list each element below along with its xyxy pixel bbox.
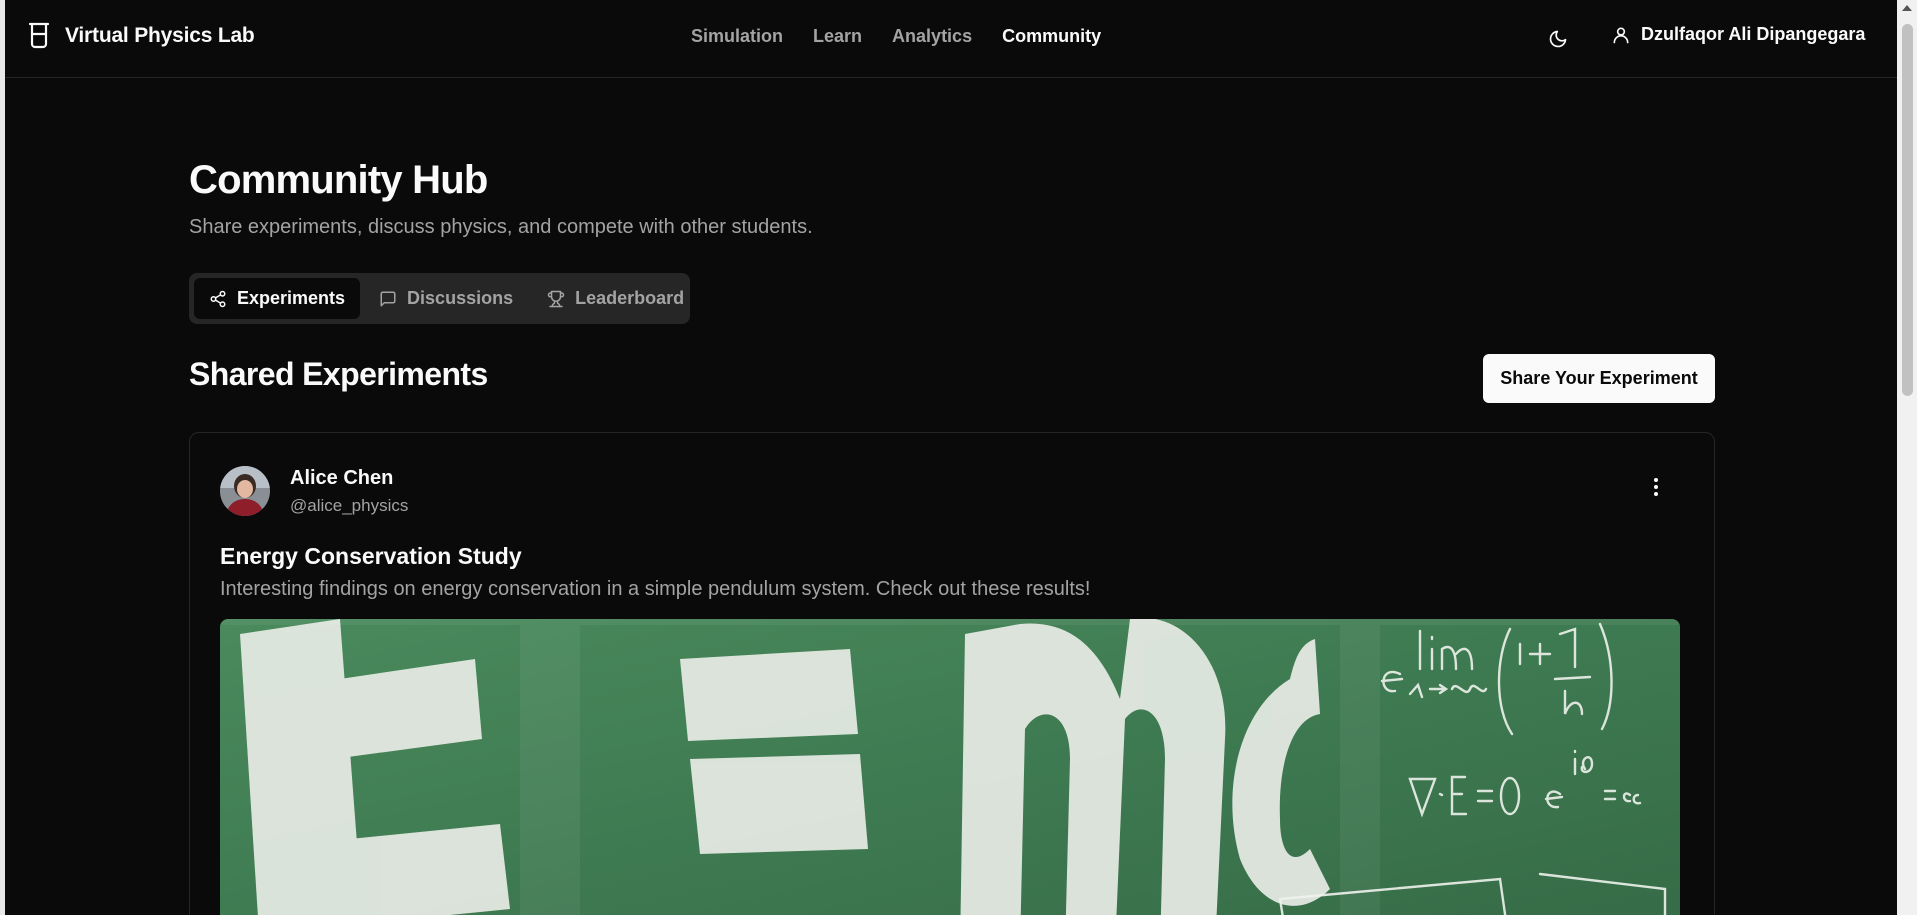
main-nav: Simulation Learn Analytics Community	[691, 26, 1101, 47]
share-experiment-button[interactable]: Share Your Experiment	[1483, 354, 1715, 403]
tab-discussions[interactable]: Discussions	[364, 278, 528, 319]
scrollbar-thumb[interactable]	[1902, 24, 1913, 396]
avatar-image	[220, 466, 270, 516]
section-title: Shared Experiments	[189, 356, 488, 392]
community-tabs: Experiments Discussions Leaderboard	[189, 273, 690, 324]
tab-label: Discussions	[407, 288, 514, 308]
tab-label: Experiments	[237, 288, 346, 308]
user-menu[interactable]: Dzulfaqor Ali Dipangegara	[1611, 24, 1865, 45]
nav-analytics[interactable]: Analytics	[892, 26, 972, 47]
avatar[interactable]	[220, 466, 270, 516]
author-name[interactable]: Alice Chen	[290, 467, 393, 490]
more-options-icon[interactable]	[1644, 475, 1668, 499]
scroll-up-arrow-icon[interactable]	[1902, 5, 1912, 11]
top-navbar: Virtual Physics Lab Simulation Learn Ana…	[5, 0, 1897, 78]
message-square-icon	[380, 291, 396, 306]
chalkboard-illustration	[220, 619, 1680, 915]
user-name: Dzulfaqor Ali Dipangegara	[1641, 24, 1866, 44]
page-subtitle: Share experiments, discuss physics, and …	[189, 216, 813, 238]
nav-simulation[interactable]: Simulation	[691, 26, 783, 47]
page-scrollbar[interactable]	[1897, 0, 1917, 915]
page-title: Community Hub	[189, 158, 488, 202]
tab-leaderboard[interactable]: Leaderboard	[532, 278, 699, 319]
trophy-icon	[547, 290, 565, 307]
post-description: Interesting findings on energy conservat…	[220, 578, 1091, 600]
share-icon	[210, 290, 226, 307]
moon-icon	[1549, 30, 1567, 48]
user-icon	[1613, 27, 1629, 43]
beaker-icon	[28, 22, 50, 49]
theme-toggle-button[interactable]	[1543, 24, 1573, 54]
nav-learn[interactable]: Learn	[813, 26, 862, 47]
author-handle: @alice_physics	[290, 496, 409, 515]
post-title: Energy Conservation Study	[220, 543, 522, 569]
brand[interactable]: Virtual Physics Lab	[27, 22, 255, 50]
experiment-post-card: Alice Chen @alice_physics Energy Conserv…	[189, 432, 1715, 915]
tab-experiments[interactable]: Experiments	[194, 278, 361, 319]
brand-name: Virtual Physics Lab	[65, 24, 255, 47]
nav-community[interactable]: Community	[1002, 26, 1101, 47]
post-image-chalkboard	[220, 619, 1680, 915]
tab-label: Leaderboard	[575, 288, 685, 308]
app-window: Virtual Physics Lab Simulation Learn Ana…	[0, 0, 1917, 915]
